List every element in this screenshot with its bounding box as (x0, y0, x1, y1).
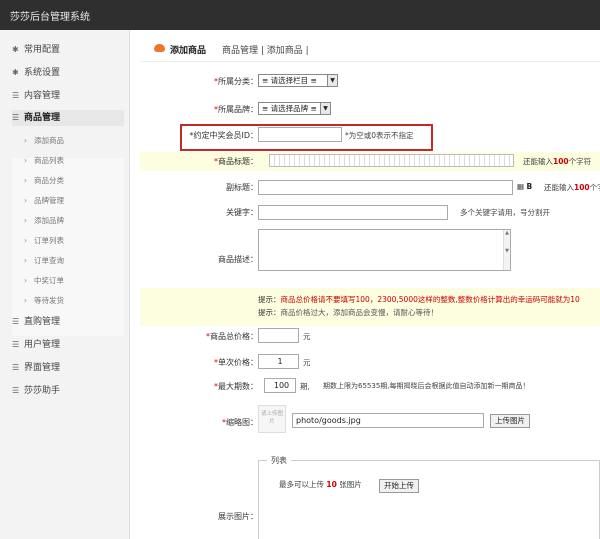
sidebar-item-label: 莎莎助手 (24, 386, 61, 396)
gallery-limit-hint: 最多可以上传 10 张图片 (279, 480, 362, 489)
upload-image-button[interactable]: 上传图片 (490, 414, 530, 428)
unit-price-unit: 元 (303, 358, 311, 367)
scrollbar[interactable]: ▲ ▼ (503, 230, 510, 270)
sidebar-item-label: 商品管理 (24, 113, 61, 123)
sidebar-subitem-awaiting-shipment[interactable]: › 等待发货 (24, 294, 64, 308)
sidebar-subitem-goods-list[interactable]: › 商品列表 (24, 154, 64, 168)
keywords-label: 关键字： (226, 208, 258, 217)
max-periods-input[interactable]: 100 (264, 378, 296, 393)
sidebar-item-label: 系统设置 (24, 68, 61, 78)
max-periods-label: *最大期数： (214, 382, 258, 391)
chevron-right-icon: › (24, 156, 27, 165)
winner-id-input[interactable] (258, 127, 342, 142)
breadcrumb: 商品管理 | 添加商品 | (222, 46, 309, 56)
keywords-input[interactable] (258, 205, 448, 220)
sidebar-item-users[interactable]: ☰ 用户管理 (12, 337, 60, 353)
sidebar-item-direct-purchase[interactable]: ☰ 直购管理 (12, 314, 60, 330)
total-price-label: *商品总价格： (206, 332, 258, 341)
gear-icon: ✱ (12, 45, 19, 54)
sidebar-subitem-goods-category[interactable]: › 商品分类 (24, 174, 64, 188)
chevron-right-icon: › (24, 296, 27, 305)
winner-id-hint: *为空或0表示不指定 (345, 131, 414, 140)
category-select[interactable]: ≡ 请选择栏目 ≡ ▼ (258, 74, 338, 87)
list-icon: ☰ (12, 317, 20, 326)
chevron-down-icon: ▼ (320, 103, 330, 114)
total-price-unit: 元 (303, 332, 311, 341)
max-periods-unit: 期, (300, 382, 310, 391)
sidebar-subitem-add-brand[interactable]: › 添加品牌 (24, 214, 64, 228)
chevron-right-icon: › (24, 196, 27, 205)
thumbnail-label: *缩略图： (222, 418, 258, 427)
category-label: *所属分类： (214, 77, 258, 86)
bold-icon[interactable]: B (526, 182, 532, 191)
gallery-label: 展示图片： (218, 512, 258, 521)
gallery-fieldset: 列表 最多可以上传 10 张图片 开始上传 (258, 455, 600, 539)
unit-price-input[interactable]: 1 (258, 354, 299, 369)
sidebar-item-label: 直购管理 (24, 317, 61, 327)
top-bar: 莎莎后台管理系统 (0, 0, 600, 30)
sidebar-item-label: 常用配置 (24, 45, 61, 55)
gallery-legend: 列表 (267, 455, 291, 466)
list-icon: ☰ (12, 113, 20, 122)
list-icon: ☰ (12, 340, 20, 349)
subtitle-input[interactable] (258, 180, 513, 195)
wrench-icon: ✱ (12, 68, 19, 77)
title-label: *商品标题： (214, 157, 258, 166)
sidebar-item-assistant[interactable]: ☰ 莎莎助手 (12, 383, 60, 399)
title-char-hint: 还能输入100个字符 (523, 157, 592, 166)
tab-add-goods[interactable]: 添加商品 (170, 43, 206, 56)
tip-line-1: 提示：商品总价格请不要填写100，2300,5000这样的整数,整数价格计算出的… (258, 295, 580, 304)
max-periods-hint: 期数上限为65535期,每期揭晓后会根据此值自动添加新一期商品！ (323, 382, 530, 390)
brand-label: *所属品牌： (214, 105, 258, 114)
winner-id-label: *约定中奖会员ID： (189, 131, 258, 140)
chevron-right-icon: › (24, 216, 27, 225)
chevron-right-icon: › (24, 136, 27, 145)
sidebar-subitem-order-list[interactable]: › 订单列表 (24, 234, 64, 248)
chevron-right-icon: › (24, 176, 27, 185)
unit-price-label: *单次价格： (214, 358, 258, 367)
subtitle-char-hint: 还能输入100个字 (544, 183, 600, 192)
sidebar-subitem-winning-orders[interactable]: › 中奖订单 (24, 274, 64, 288)
list-icon: ☰ (12, 91, 20, 100)
sidebar-item-label: 内容管理 (24, 91, 61, 101)
sidebar-item-goods[interactable]: ☰ 商品管理 (12, 110, 124, 126)
sidebar-item-interface[interactable]: ☰ 界面管理 (12, 360, 60, 376)
sidebar-item-content[interactable]: ☰ 内容管理 (12, 88, 60, 104)
subtitle-tools: ▦ B (517, 182, 532, 191)
sidebar-subitem-order-query[interactable]: › 订单查询 (24, 254, 64, 268)
sidebar-subitem-add-goods[interactable]: › 添加商品 (24, 134, 64, 148)
thumbnail-preview: 请上传图片 (258, 405, 286, 433)
cloud-icon (154, 44, 165, 52)
chevron-right-icon: › (24, 256, 27, 265)
app-title: 莎莎后台管理系统 (10, 12, 90, 23)
title-input[interactable] (269, 154, 514, 167)
sidebar-subitem-brand-manage[interactable]: › 品牌管理 (24, 194, 64, 208)
thumbnail-path-input[interactable]: photo/goods.jpg (292, 413, 484, 428)
chevron-down-icon: ▼ (327, 75, 337, 86)
color-grid-icon[interactable]: ▦ (517, 182, 524, 191)
list-icon: ☰ (12, 386, 20, 395)
sidebar-item-system-settings[interactable]: ✱ 系统设置 (12, 65, 60, 81)
list-icon: ☰ (12, 363, 20, 372)
description-label: 商品描述： (218, 255, 258, 264)
tip-line-2: 提示：商品价格过大，添加商品会变慢，请耐心等待！ (258, 308, 438, 317)
sidebar-item-label: 界面管理 (24, 363, 61, 373)
sidebar-item-label: 用户管理 (24, 340, 61, 350)
chevron-right-icon: › (24, 276, 27, 285)
sidebar-item-common-config[interactable]: ✱ 常用配置 (12, 42, 60, 58)
description-textarea[interactable]: ▲ ▼ (258, 229, 511, 271)
main-panel: 添加商品 商品管理 | 添加商品 | *所属分类： ≡ 请选择栏目 ≡ ▼ *所… (140, 30, 600, 539)
page-header: 添加商品 商品管理 | 添加商品 | (140, 38, 600, 62)
total-price-input[interactable] (258, 328, 299, 343)
start-upload-button[interactable]: 开始上传 (379, 479, 419, 493)
brand-select[interactable]: ≡ 请选择品牌 ≡ ▼ (258, 102, 331, 115)
chevron-right-icon: › (24, 236, 27, 245)
sidebar: ✱ 常用配置 ✱ 系统设置 ☰ 内容管理 ☰ 商品管理 › 添加商品 › 商品列表 › 商品分… (0, 30, 130, 539)
keywords-hint: 多个关键字请用，号分割开 (460, 208, 550, 217)
subtitle-label: 副标题： (226, 183, 258, 192)
